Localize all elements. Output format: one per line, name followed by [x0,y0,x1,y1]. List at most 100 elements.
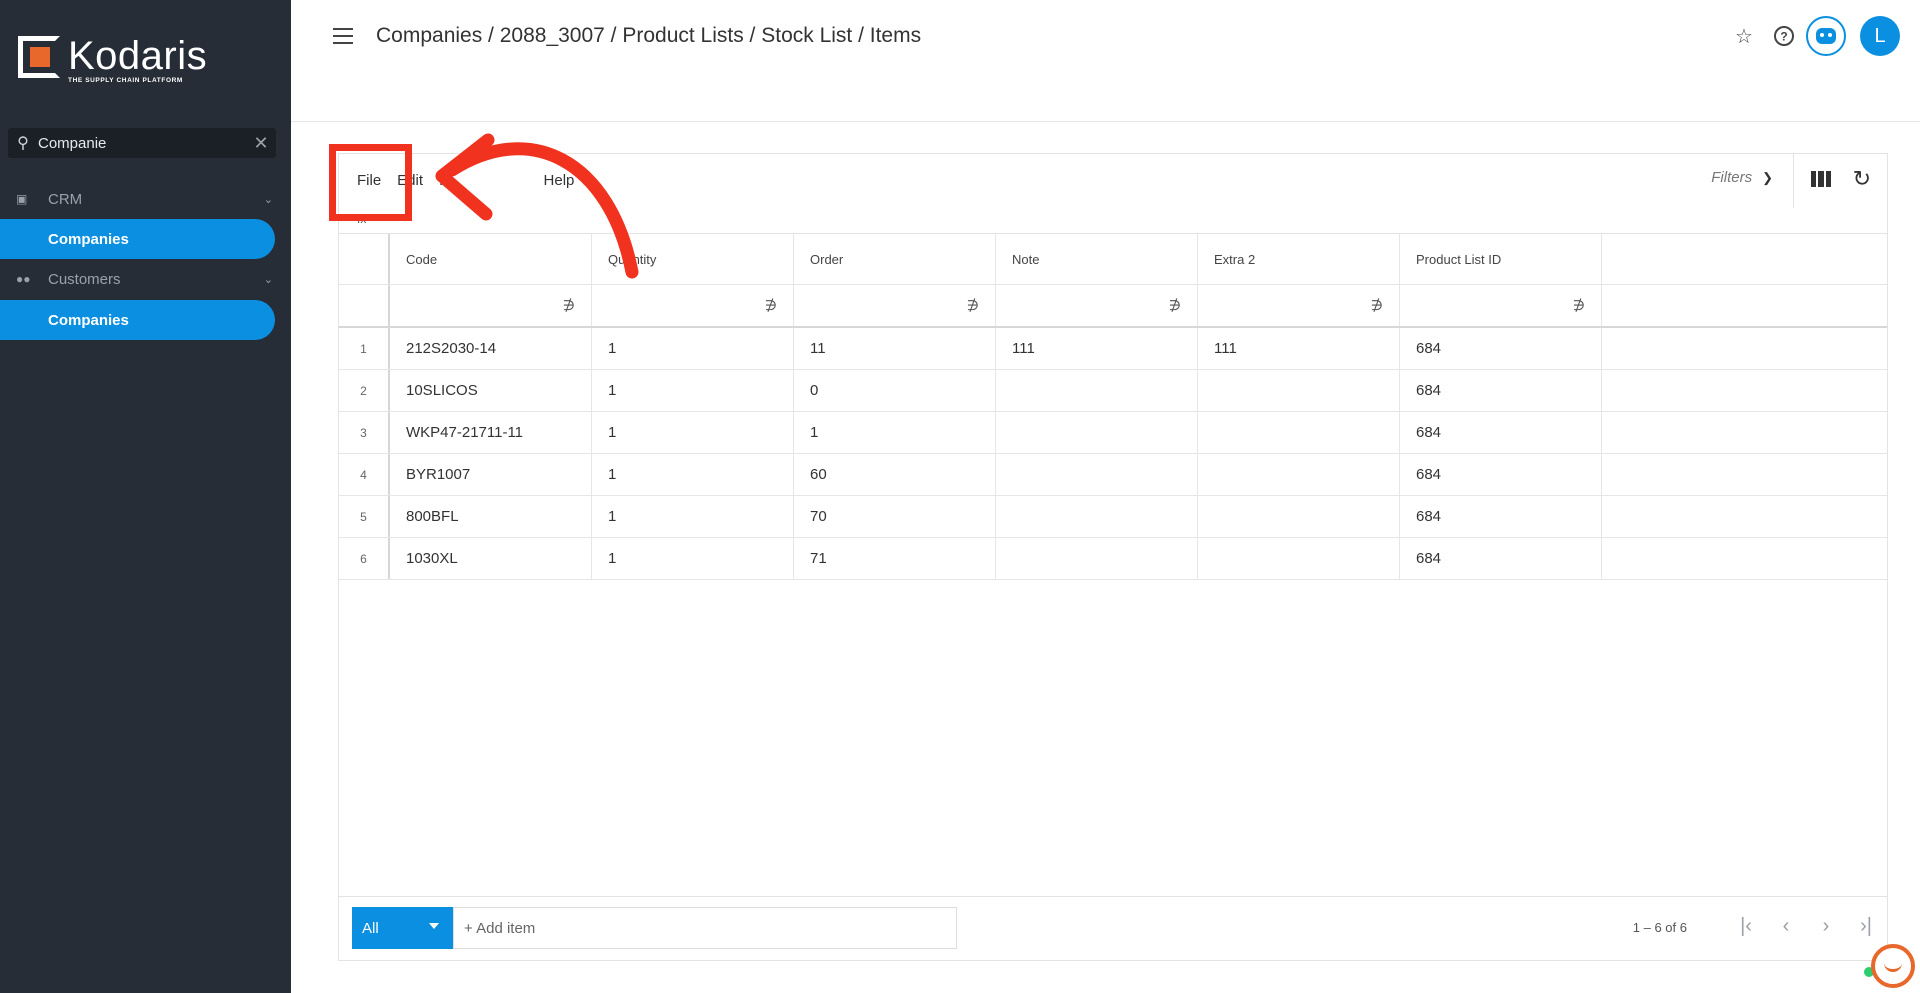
table-cell[interactable] [996,496,1198,537]
columns-icon[interactable] [1811,171,1831,187]
clear-search-icon[interactable]: ✕ [246,133,276,154]
breadcrumb: Companies / 2088_3007 / Product Lists / … [376,24,922,47]
table-row[interactable]: 5 800BFL 1 70 684 [339,496,1887,538]
sidebar-item-label: Companies [48,311,129,329]
column-header-product-list-id[interactable]: Product List ID [1400,234,1602,284]
column-header-code[interactable]: Code [390,234,592,284]
data-grid: Code Quantity Order Note Extra 2 Product… [339,234,1887,580]
table-cell[interactable]: 684 [1400,328,1602,369]
people-icon: ●● [16,272,31,286]
table-cell[interactable]: 1 [592,412,794,453]
assistant-bot-button[interactable] [1806,16,1846,56]
last-page-icon[interactable]: ›| [1855,914,1877,938]
items-panel: File Edit In Help Filters ❯ ↻ fx Code Qu… [338,153,1888,961]
filter-off-icon[interactable]: ∌ [765,297,777,314]
column-header-note[interactable]: Note [996,234,1198,284]
table-row[interactable]: 2 10SLICOS 1 0 684 [339,370,1887,412]
table-cell[interactable]: 1 [592,328,794,369]
annotation-highlight-box [329,144,412,221]
star-icon[interactable]: ☆ [1724,16,1764,56]
table-row[interactable]: 3 WKP47-21711-11 1 1 684 [339,412,1887,454]
table-cell[interactable]: BYR1007 [390,454,592,495]
sidebar: Kodaris THE SUPPLY CHAIN PLATFORM ⚲ ✕ ▣ … [0,0,291,993]
table-cell[interactable] [1198,538,1400,579]
table-cell[interactable] [996,412,1198,453]
table-cell[interactable]: 800BFL [390,496,592,537]
filters-label: Filters [1711,169,1753,186]
filter-off-icon[interactable]: ∌ [563,297,575,314]
table-cell[interactable]: 111 [996,328,1198,369]
sidebar-section-crm[interactable]: ▣ CRM ⌄ [0,182,291,216]
filter-off-icon[interactable]: ∌ [1169,297,1181,314]
filter-off-icon[interactable]: ∌ [1371,297,1383,314]
table-cell[interactable]: 1 [592,538,794,579]
table-cell[interactable]: 71 [794,538,996,579]
sidebar-section-customers[interactable]: ●● Customers ⌄ [0,262,291,296]
sidebar-search-input[interactable] [38,134,246,152]
kodaris-logo[interactable]: Kodaris THE SUPPLY CHAIN PLATFORM [18,36,207,84]
top-header: Companies / 2088_3007 / Product Lists / … [291,0,1920,122]
filter-off-icon[interactable]: ∌ [1573,297,1585,314]
table-cell[interactable]: 60 [794,454,996,495]
table-cell[interactable] [1198,454,1400,495]
column-header-order[interactable]: Order [794,234,996,284]
sidebar-item-label: Companies [48,230,129,248]
add-item-input[interactable]: + Add item [453,907,957,949]
table-cell[interactable]: 212S2030-14 [390,328,592,369]
table-cell[interactable]: 1030XL [390,538,592,579]
table-cell[interactable]: 111 [1198,328,1400,369]
table-cell[interactable]: 684 [1400,496,1602,537]
table-cell[interactable]: 0 [794,370,996,411]
refresh-icon[interactable]: ↻ [1853,166,1871,192]
table-cell[interactable]: 1 [592,370,794,411]
filters-dropdown[interactable]: Filters ❯ [1711,169,1773,186]
grid-header-row: Code Quantity Order Note Extra 2 Product… [339,234,1887,285]
table-cell[interactable] [1198,412,1400,453]
table-cell[interactable]: 70 [794,496,996,537]
table-cell[interactable]: 1 [592,454,794,495]
table-cell[interactable]: 1 [794,412,996,453]
menu-insert[interactable]: In [439,172,452,189]
row-number: 4 [339,454,390,495]
previous-page-icon[interactable]: ‹ [1775,914,1797,938]
filter-off-icon[interactable]: ∌ [967,297,979,314]
table-cell[interactable] [1198,496,1400,537]
avatar[interactable]: L [1860,16,1900,56]
table-cell[interactable]: 11 [794,328,996,369]
contact-card-icon: ▣ [16,192,28,206]
sidebar-item-companies-crm[interactable]: Companies [0,219,275,259]
view-select[interactable]: All [352,907,453,949]
table-row[interactable]: 6 1030XL 1 71 684 [339,538,1887,580]
table-cell[interactable]: WKP47-21711-11 [390,412,592,453]
sidebar-item-companies-customers[interactable]: Companies [0,300,275,340]
help-icon[interactable]: ? [1764,16,1804,56]
table-cell[interactable]: 684 [1400,538,1602,579]
table-cell[interactable]: 684 [1400,412,1602,453]
grid-filter-row: ∌ ∌ ∌ ∌ ∌ ∌ [339,285,1887,328]
table-cell[interactable]: 10SLICOS [390,370,592,411]
table-row[interactable]: 4 BYR1007 1 60 684 [339,454,1887,496]
svg-text:?: ? [1780,30,1787,44]
table-cell[interactable]: 1 [592,496,794,537]
table-cell[interactable] [996,454,1198,495]
row-number: 1 [339,328,390,369]
row-number: 6 [339,538,390,579]
column-header-extra-2[interactable]: Extra 2 [1198,234,1400,284]
sidebar-section-label: CRM [48,190,83,208]
first-page-icon[interactable]: |‹ [1735,914,1757,938]
caret-down-icon [429,923,439,929]
menu-help[interactable]: Help [544,172,575,189]
menu-icon[interactable] [333,28,353,44]
bot-icon [1816,28,1836,44]
table-row[interactable]: 1 212S2030-14 1 11 111 111 684 [339,328,1887,370]
column-header-quantity[interactable]: Quantity [592,234,794,284]
table-cell[interactable] [1198,370,1400,411]
table-cell[interactable] [996,370,1198,411]
chat-widget-icon[interactable] [1871,944,1915,988]
table-cell[interactable] [996,538,1198,579]
chevron-down-icon: ⌄ [263,273,273,286]
table-cell[interactable]: 684 [1400,454,1602,495]
row-number: 3 [339,412,390,453]
next-page-icon[interactable]: › [1815,914,1837,938]
table-cell[interactable]: 684 [1400,370,1602,411]
